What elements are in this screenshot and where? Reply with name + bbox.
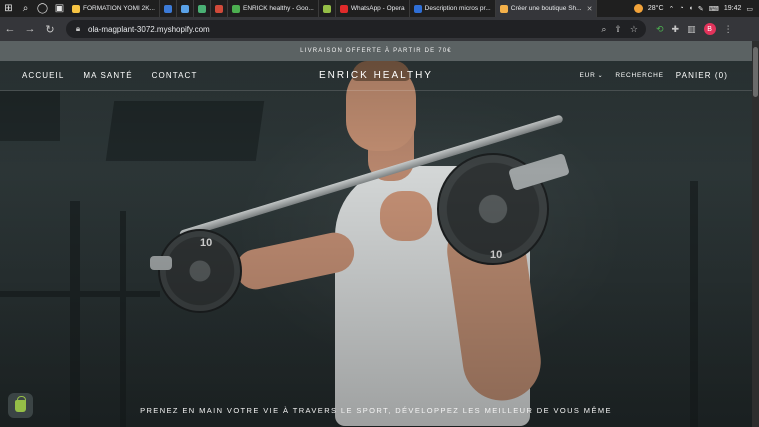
tab-favicon-icon <box>499 4 508 13</box>
tab-label: Description micros pr... <box>424 5 491 12</box>
weather-icon[interactable] <box>633 4 643 13</box>
tab-whatsapp[interactable]: WhatsApp - Opera <box>336 0 410 17</box>
profile-avatar[interactable]: B <box>703 23 716 35</box>
extensions-area: ⟲ ✚ ▥ B ⋮ <box>656 23 733 35</box>
system-tray: 28°C ⌃ ◔ ◖ ✎ ⌨ 19:42 ▭ <box>633 4 759 13</box>
weather-temp: 28°C <box>647 5 664 12</box>
tab-favicon-icon <box>215 4 223 13</box>
tab-favicon-icon <box>322 4 331 13</box>
taskbar: ⊞ ⌕ ◯ ▣ FORMATION YOMI 2K... ENRICK heal… <box>0 0 759 17</box>
extension-sync-icon[interactable]: ⟲ <box>656 24 664 35</box>
tab-label: ENRICK healthy - Goo... <box>243 5 314 12</box>
tab-icon-6[interactable] <box>319 0 336 17</box>
tab-favicon-icon <box>164 4 172 13</box>
share-icon[interactable]: ⇪ <box>614 24 622 35</box>
chevron-up-icon[interactable]: ⌃ <box>669 5 675 13</box>
currency-label: EUR <box>579 72 596 79</box>
tab-favicon-icon <box>181 4 189 13</box>
bookmark-star-icon[interactable]: ☆ <box>630 24 638 35</box>
tab-description[interactable]: Description micros pr... <box>410 0 496 17</box>
close-icon[interactable]: ✕ <box>587 5 593 13</box>
tab-icon-1[interactable] <box>160 0 177 17</box>
tab-icon-2[interactable] <box>177 0 194 17</box>
reload-icon[interactable]: ↻ <box>40 17 60 41</box>
search-icon[interactable]: ⌕ <box>17 0 34 17</box>
hero-tagline: PRENEZ EN MAIN VOTRE VIE À TRAVERS LE SP… <box>140 406 612 415</box>
shopify-logo <box>15 395 26 412</box>
keyboard-icon[interactable]: ⌨ <box>709 5 719 13</box>
shopify-bag-icon[interactable] <box>8 393 33 418</box>
pen-icon[interactable]: ✎ <box>698 5 704 13</box>
tab-favicon-icon <box>72 4 80 13</box>
address-bar[interactable]: 🔒︎ ola-magplant-3072.myshopify.com ⌕ ⇪ ☆ <box>66 20 646 38</box>
lock-icon[interactable]: 🔒︎ <box>74 24 82 33</box>
page-scrollbar[interactable] <box>752 41 759 427</box>
extensions-puzzle-icon[interactable]: ✚ <box>672 24 680 35</box>
tab-formation[interactable]: FORMATION YOMI 2K... <box>68 0 160 17</box>
tab-favicon-icon <box>232 4 240 13</box>
shop-page: LIVRAISON OFFERTE À PARTIR DE 70€ 10 10 … <box>0 41 752 427</box>
back-icon[interactable]: ← <box>0 17 20 41</box>
currency-selector[interactable]: EUR ⌄ <box>579 72 603 79</box>
tab-creer-boutique[interactable]: Créer une boutique Sh... ✕ <box>495 0 598 17</box>
header-actions: EUR ⌄ RECHERCHE PANIER (0) <box>579 71 752 80</box>
omnibox-actions: ⌕ ⇪ ☆ <box>601 24 646 35</box>
clock[interactable]: 19:42 <box>724 5 742 12</box>
browser-toolbar: ← → ↻ 🔒︎ ola-magplant-3072.myshopify.com… <box>0 17 759 41</box>
tab-enrick-healthy[interactable]: ENRICK healthy - Goo... <box>228 0 319 17</box>
forward-icon[interactable]: → <box>20 17 40 41</box>
notifications-icon[interactable]: ▭ <box>746 5 753 13</box>
side-panel-icon[interactable]: ▥ <box>687 24 696 35</box>
zoom-search-icon[interactable]: ⌕ <box>601 24 606 35</box>
url-text[interactable]: ola-magplant-3072.myshopify.com <box>88 25 210 34</box>
tab-icon-4[interactable] <box>211 0 228 17</box>
tab-label: WhatsApp - Opera <box>350 5 405 12</box>
announcement-bar: LIVRAISON OFFERTE À PARTIR DE 70€ <box>0 41 752 61</box>
shop-header: ACCUEIL MA SANTÉ CONTACT ENRICK HEALTHY … <box>0 61 752 91</box>
hero-shade <box>0 61 752 427</box>
nav-accueil[interactable]: ACCUEIL <box>22 71 64 80</box>
tab-label: Créer une boutique Sh... <box>510 5 582 12</box>
scroll-thumb[interactable] <box>753 47 758 97</box>
widgets-icon[interactable]: ▣ <box>51 0 68 17</box>
search-link[interactable]: RECHERCHE <box>615 72 663 79</box>
tab-favicon-icon <box>339 4 348 13</box>
nav-ma-sante[interactable]: MA SANTÉ <box>83 71 132 80</box>
tab-favicon-icon <box>413 4 422 13</box>
main-nav: ACCUEIL MA SANTÉ CONTACT <box>0 71 197 80</box>
chevron-down-icon: ⌄ <box>597 73 604 79</box>
volume-icon[interactable]: ◖ <box>689 5 693 12</box>
nav-contact[interactable]: CONTACT <box>152 71 198 80</box>
task-view-icon[interactable]: ◯ <box>34 0 51 17</box>
menu-kebab-icon[interactable]: ⋮ <box>724 24 733 35</box>
tab-favicon-icon <box>198 4 206 13</box>
hero-banner: 10 10 PRENEZ EN MAIN VOTRE VIE À TRAVERS… <box>0 61 752 427</box>
tab-icon-3[interactable] <box>194 0 211 17</box>
windows-start-icon[interactable]: ⊞ <box>0 0 17 17</box>
cart-link[interactable]: PANIER (0) <box>676 71 728 80</box>
wifi-icon[interactable]: ◔ <box>679 5 683 12</box>
tab-label: FORMATION YOMI 2K... <box>83 5 155 12</box>
